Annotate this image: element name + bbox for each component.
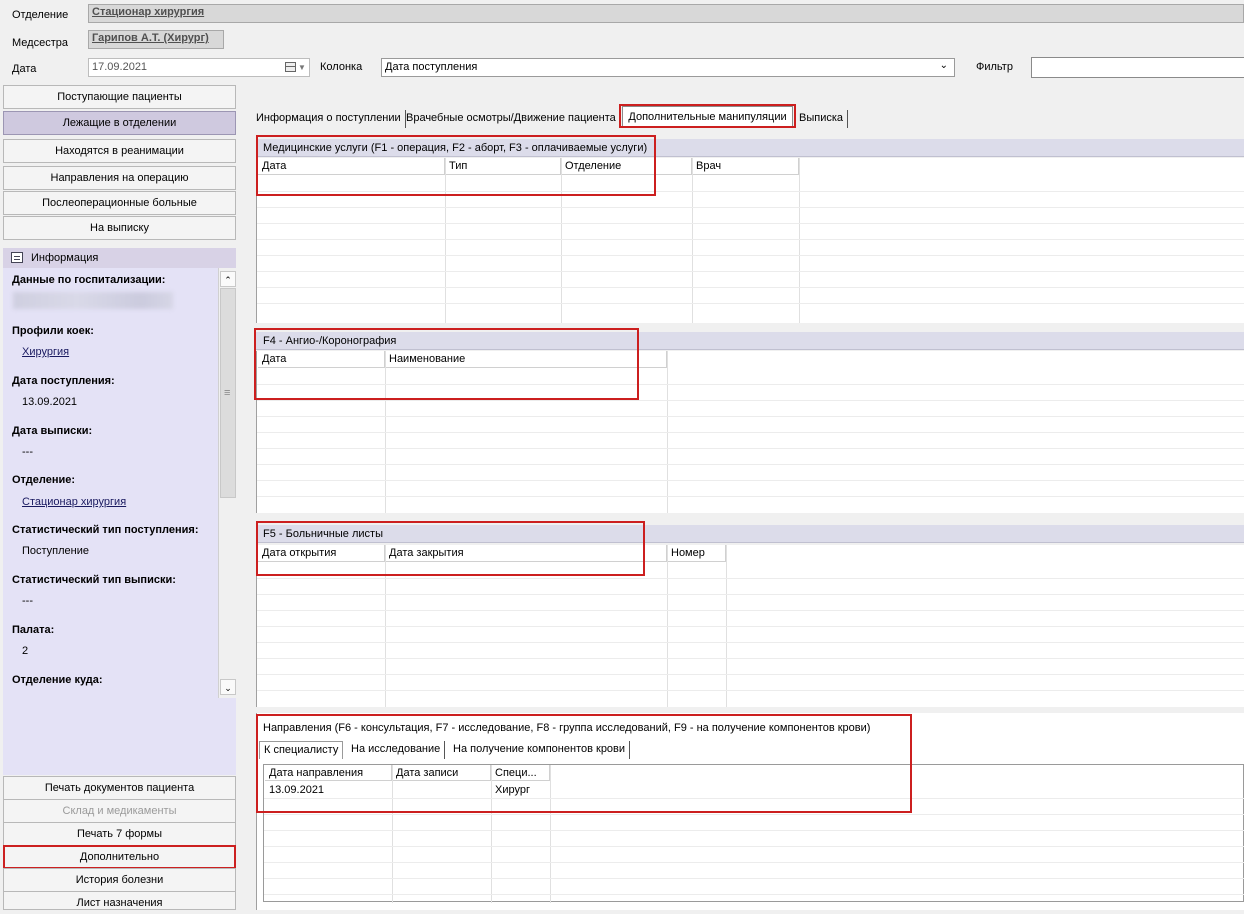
date-picker[interactable]: 17.09.2021 ▼ (88, 58, 310, 77)
col-date[interactable]: Дата (258, 158, 445, 175)
column-select-value: Дата поступления (385, 61, 478, 73)
tab-admission-info[interactable]: Информация о поступлении (252, 110, 406, 128)
nav-incoming-patients[interactable]: Поступающие пациенты (3, 85, 236, 109)
col-record-date[interactable]: Дата записи (392, 765, 491, 781)
date-label: Дата (12, 63, 37, 75)
department-info-link[interactable]: Стационар хирургия (22, 496, 126, 508)
info-panel: Данные по госпитализации: Профили коек: … (3, 268, 236, 698)
dest-department-label: Отделение куда: (12, 674, 103, 686)
calendar-icon[interactable]: ▼ (285, 62, 306, 73)
medical-history-button[interactable]: История болезни (3, 868, 236, 892)
nav-surgery-referrals[interactable]: Направления на операцию (3, 166, 236, 190)
date-value: 17.09.2021 (92, 61, 148, 73)
medical-services-table[interactable]: Дата Тип Отделение Врач (256, 158, 1244, 323)
nav-icu[interactable]: Находятся в реанимации (3, 139, 236, 163)
stat-discharge-label: Статистический тип выписки: (12, 574, 176, 586)
specialist-cell[interactable]: Хирург (491, 784, 530, 796)
scroll-thumb[interactable]: ≡ (220, 288, 236, 498)
col-referral-date[interactable]: Дата направления (265, 765, 392, 781)
col-department[interactable]: Отделение (561, 158, 692, 175)
nav-postop[interactable]: Послеоперационные больные (3, 191, 236, 215)
tab-exams-movement[interactable]: Врачебные осмотры/Движение пациента (402, 110, 621, 128)
nurse-value[interactable]: Гарипов А.Т. (Хирург) (88, 30, 224, 49)
col-date[interactable]: Дата (258, 351, 385, 368)
info-header-label: Информация (31, 252, 99, 264)
discharge-date-label: Дата выписки: (12, 425, 93, 437)
column-label: Колонка (320, 61, 363, 73)
stat-discharge-value: --- (22, 595, 33, 607)
notepad-icon (11, 252, 23, 263)
info-scrollbar[interactable]: ⌃ ≡ ⌄ (218, 268, 236, 698)
angio-title: F4 - Ангио-/Коронография (256, 332, 1244, 350)
blurred-value (13, 292, 173, 309)
bed-profiles-link[interactable]: Хирургия (22, 346, 69, 358)
nav-inpatients[interactable]: Лежащие в отделении (3, 111, 236, 135)
filter-input[interactable] (1031, 57, 1244, 78)
referrals-title: Направления (F6 - консультация, F7 - исс… (256, 718, 1244, 738)
col-name[interactable]: Наименование (385, 351, 667, 368)
stat-admission-label: Статистический тип поступления: (12, 524, 199, 536)
admission-date-label: Дата поступления: (12, 375, 115, 387)
col-open-date[interactable]: Дата открытия (258, 545, 385, 562)
scroll-up-icon[interactable]: ⌃ (220, 271, 236, 287)
tab-additional-manipulations[interactable]: Дополнительные манипуляции (622, 106, 793, 128)
left-panel-spacer (3, 698, 236, 775)
subtab-specialist[interactable]: К специалисту (259, 741, 344, 759)
angio-table[interactable]: Дата Наименование (256, 351, 1244, 513)
col-type[interactable]: Тип (445, 158, 561, 175)
medical-services-title: Медицинские услуги (F1 - операция, F2 - … (256, 139, 1244, 157)
department-info-label: Отделение: (12, 474, 76, 486)
stat-admission-value: Поступление (22, 545, 90, 557)
hosp-data-label: Данные по госпитализации: (12, 274, 166, 286)
additional-button[interactable]: Дополнительно (3, 845, 236, 869)
subtab-blood-components[interactable]: На получение компонентов крови (449, 741, 631, 759)
department-value[interactable]: Стационар хирургия (88, 4, 1244, 23)
referral-date-cell[interactable]: 13.09.2021 (265, 784, 324, 796)
bed-profiles-label: Профили коек: (12, 325, 94, 337)
print-form7-button[interactable]: Печать 7 формы (3, 822, 236, 846)
nurse-label: Медсестра (12, 37, 68, 49)
nav-discharge[interactable]: На выписку (3, 216, 236, 240)
print-patient-docs-button[interactable]: Печать документов пациента (3, 776, 236, 800)
referrals-table[interactable]: Дата направления Дата записи Специ... 13… (263, 764, 1244, 903)
column-select[interactable]: Дата поступления ⌄ (381, 58, 955, 77)
ward-label: Палата: (12, 624, 55, 636)
col-close-date[interactable]: Дата закрытия (385, 545, 667, 562)
sick-leave-title: F5 - Больничные листы (256, 525, 1244, 543)
chevron-down-icon: ⌄ (939, 60, 948, 71)
admission-date-value: 13.09.2021 (22, 396, 78, 408)
tab-discharge[interactable]: Выписка (795, 110, 849, 128)
col-specialist[interactable]: Специ... (491, 765, 550, 781)
col-doctor[interactable]: Врач (692, 158, 799, 175)
info-header[interactable]: Информация (3, 248, 236, 268)
sick-leave-table[interactable]: Дата открытия Дата закрытия Номер (256, 545, 1244, 707)
prescription-sheet-button[interactable]: Лист назначения (3, 891, 236, 910)
warehouse-button[interactable]: Склад и медикаменты (3, 799, 236, 823)
department-label: Отделение (12, 9, 69, 21)
subtab-research[interactable]: На исследование (347, 741, 446, 759)
scroll-down-icon[interactable]: ⌄ (220, 679, 236, 695)
col-number[interactable]: Номер (667, 545, 726, 562)
discharge-date-value: --- (22, 446, 33, 458)
filter-label: Фильтр (976, 61, 1013, 73)
ward-value: 2 (22, 645, 29, 657)
